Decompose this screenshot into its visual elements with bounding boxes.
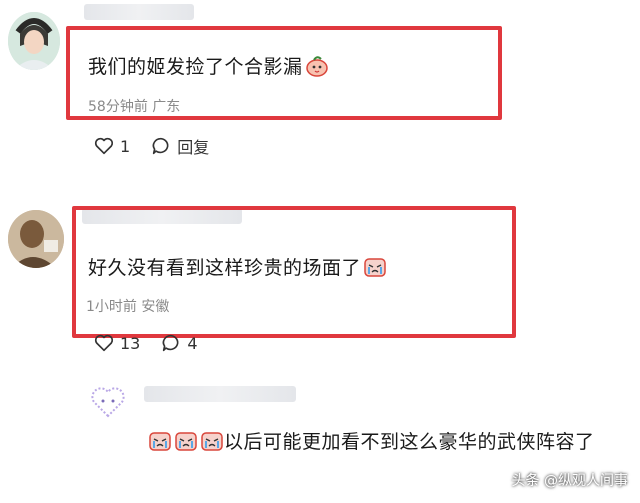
username-blurred[interactable] [84, 4, 194, 20]
comment-meta: 1小时前 安徽 [86, 299, 170, 315]
heart-icon [94, 137, 114, 155]
avatar[interactable] [8, 210, 64, 268]
crying-face-emoji-icon [364, 258, 386, 277]
comment-actions: 1 回复 [93, 134, 229, 158]
comment-text: 好久没有看到这样珍贵的场面了 [88, 253, 387, 280]
like-button[interactable]: 13 [93, 332, 140, 354]
reply-text: 以后可能更加看不到这么豪华的武侠阵容了 [146, 428, 626, 456]
reply-label: 回复 [177, 138, 210, 157]
comment-actions: 13 4 [93, 332, 218, 354]
username-blurred[interactable] [144, 386, 296, 402]
like-count: 13 [120, 333, 141, 353]
crying-face-emoji-icon [149, 432, 171, 451]
peach-emoji-icon [305, 56, 328, 77]
like-button[interactable]: 1 [93, 135, 130, 157]
heart-icon [94, 334, 114, 352]
reply-button[interactable]: 回复 [150, 134, 209, 158]
watermark: 头条 @纵观人间事 [511, 473, 628, 489]
comment-text: 我们的姬发捡了个合影漏 [88, 52, 329, 79]
avatar[interactable] [88, 382, 128, 422]
comment-bubble-icon [152, 137, 169, 155]
comment-bubble-icon [162, 334, 179, 352]
avatar[interactable] [8, 12, 60, 70]
crying-face-emoji-icon [175, 432, 197, 451]
crying-face-emoji-icon [201, 432, 223, 451]
like-count: 1 [120, 136, 131, 156]
comment-meta: 58分钟前 广东 [88, 99, 181, 115]
reply-button[interactable]: 4 [160, 332, 198, 354]
reply-count: 4 [187, 333, 198, 353]
